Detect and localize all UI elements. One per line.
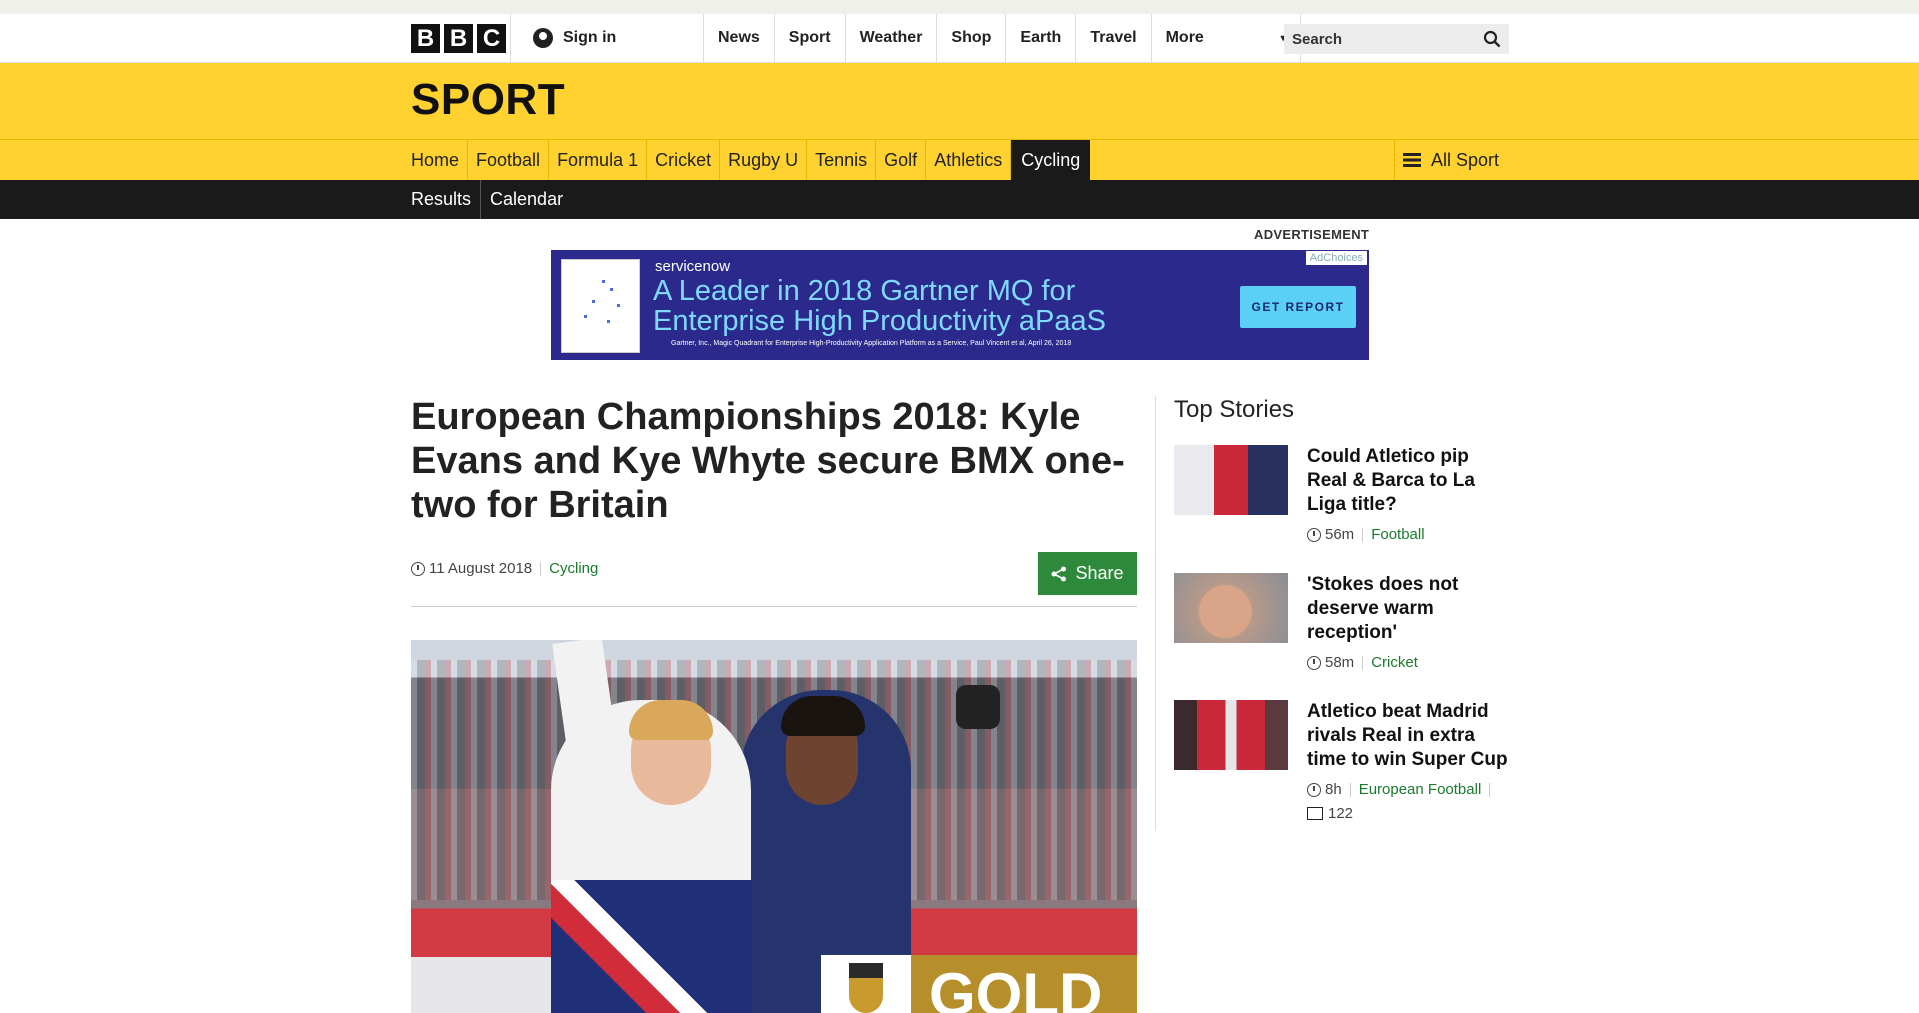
- sport-nav-cycling[interactable]: Cycling: [1011, 140, 1091, 180]
- medal-icon: [821, 955, 911, 1013]
- search-input[interactable]: Search: [1284, 24, 1509, 54]
- article-date-line: 11 August 2018 Cycling: [411, 560, 598, 577]
- sign-in-link[interactable]: Sign in: [533, 28, 616, 48]
- nav-news[interactable]: News: [703, 14, 774, 62]
- story-category-link[interactable]: Football: [1371, 526, 1424, 543]
- logo-letter-b1: B: [411, 24, 440, 53]
- sport-nav: Home Football Formula 1 Cricket Rugby U …: [0, 139, 1919, 180]
- clock-icon: [1307, 527, 1321, 542]
- all-sport-label: All Sport: [1431, 149, 1500, 170]
- nav-weather[interactable]: Weather: [844, 14, 937, 62]
- ad-report-thumbnail: [561, 259, 640, 353]
- nav-sport[interactable]: Sport: [773, 14, 845, 62]
- share-button[interactable]: Share: [1038, 552, 1137, 595]
- story-category-link[interactable]: Cricket: [1371, 654, 1418, 671]
- subnav-results[interactable]: Results: [411, 180, 480, 219]
- story-thumbnail[interactable]: [1174, 445, 1288, 515]
- story-time: 8h: [1325, 781, 1342, 798]
- share-label: Share: [1075, 563, 1124, 583]
- sign-in-label: Sign in: [563, 29, 617, 46]
- meta-separator: [540, 561, 542, 576]
- gold-label: GOLD: [929, 961, 1103, 1013]
- logo-letter-b2: B: [444, 24, 473, 53]
- clock-icon: [411, 561, 425, 576]
- gold-medal-overlay: GOLD: [821, 955, 1137, 1013]
- article-date: 11 August 2018: [429, 560, 533, 577]
- nav-more-label: More: [1165, 29, 1204, 46]
- sport-nav-football[interactable]: Football: [468, 140, 550, 180]
- advertisement-label: ADVERTISEMENT: [1254, 227, 1370, 242]
- rider-figure: [551, 700, 751, 1013]
- clock-icon: [1307, 655, 1321, 670]
- story-title[interactable]: Atletico beat Madrid rivals Real in extr…: [1307, 700, 1509, 772]
- ad-brand: servicenow: [655, 258, 731, 275]
- ad-banner[interactable]: servicenow A Leader in 2018 Gartner MQ f…: [551, 250, 1369, 360]
- story-thumbnail[interactable]: [1174, 700, 1288, 770]
- article-category-link[interactable]: Cycling: [549, 560, 598, 577]
- sidebar-divider: [1155, 396, 1156, 831]
- article-meta: 11 August 2018 Cycling Share: [411, 552, 1137, 607]
- sport-nav-home[interactable]: Home: [411, 140, 469, 180]
- comment-count: 122: [1328, 805, 1354, 822]
- article: European Championships 2018: Kyle Evans …: [411, 395, 1137, 607]
- nav-more-dropdown[interactable]: More ▾: [1150, 14, 1301, 62]
- hamburger-icon: [1403, 153, 1421, 167]
- search-placeholder: Search: [1292, 30, 1343, 48]
- sport-nav-athletics[interactable]: Athletics: [926, 140, 1012, 180]
- nav-shop[interactable]: Shop: [936, 14, 1005, 62]
- top-stories-heading: Top Stories: [1174, 396, 1295, 423]
- comment-icon: [1307, 807, 1323, 820]
- global-nav: News Sport Weather Shop Earth Travel Mor…: [703, 14, 1301, 62]
- search-icon[interactable]: [1483, 30, 1501, 48]
- sport-nav-tennis[interactable]: Tennis: [807, 140, 877, 180]
- story-time: 56m: [1325, 526, 1355, 543]
- global-header: B B C Sign in News Sport Weather Shop Ea…: [0, 14, 1919, 63]
- sport-nav-cricket[interactable]: Cricket: [647, 140, 721, 180]
- story-title[interactable]: Could Atletico pip Real & Barca to La Li…: [1307, 445, 1509, 517]
- header-divider: [510, 14, 511, 62]
- clock-icon: [1307, 782, 1321, 797]
- story-comments[interactable]: 122: [1307, 805, 1353, 822]
- share-icon: [1051, 566, 1067, 582]
- subnav-calendar[interactable]: Calendar: [480, 180, 572, 219]
- nav-travel[interactable]: Travel: [1075, 14, 1150, 62]
- ad-headline: A Leader in 2018 Gartner MQ for Enterpri…: [653, 275, 1106, 337]
- article-hero-image[interactable]: GOLD: [411, 640, 1137, 1013]
- section-title[interactable]: SPORT: [411, 75, 565, 125]
- sport-nav-rugby-union[interactable]: Rugby U: [720, 140, 808, 180]
- story-meta: 8h European Football: [1307, 781, 1498, 798]
- story-title[interactable]: 'Stokes does not deserve warm reception': [1307, 573, 1509, 645]
- raised-fist: [956, 685, 1000, 729]
- story-time: 58m: [1325, 654, 1355, 671]
- all-sport-menu[interactable]: All Sport: [1394, 140, 1499, 180]
- story-category-link[interactable]: European Football: [1359, 781, 1482, 798]
- bbc-logo[interactable]: B B C: [411, 24, 506, 53]
- sport-nav-golf[interactable]: Golf: [876, 140, 927, 180]
- cycling-subnav: Results Calendar: [0, 180, 1919, 219]
- user-icon: [533, 28, 553, 48]
- top-strip: [0, 0, 1919, 14]
- sport-nav-formula-1[interactable]: Formula 1: [549, 140, 648, 180]
- ad-get-report-button[interactable]: GET REPORT: [1240, 286, 1356, 328]
- story-meta: 58m Cricket: [1307, 654, 1418, 671]
- story-thumbnail[interactable]: [1174, 573, 1288, 643]
- top-stories: Top Stories Could Atletico pip Real & Ba…: [1174, 396, 1509, 822]
- ad-fineprint: Gartner, Inc., Magic Quadrant for Enterp…: [671, 340, 1072, 347]
- story-meta: 56m Football: [1307, 526, 1425, 543]
- sport-masthead: SPORT: [0, 63, 1919, 139]
- nav-earth[interactable]: Earth: [1005, 14, 1075, 62]
- adchoices-badge[interactable]: AdChoices: [1305, 251, 1367, 265]
- logo-letter-c: C: [477, 24, 506, 53]
- article-headline: European Championships 2018: Kyle Evans …: [411, 396, 1125, 526]
